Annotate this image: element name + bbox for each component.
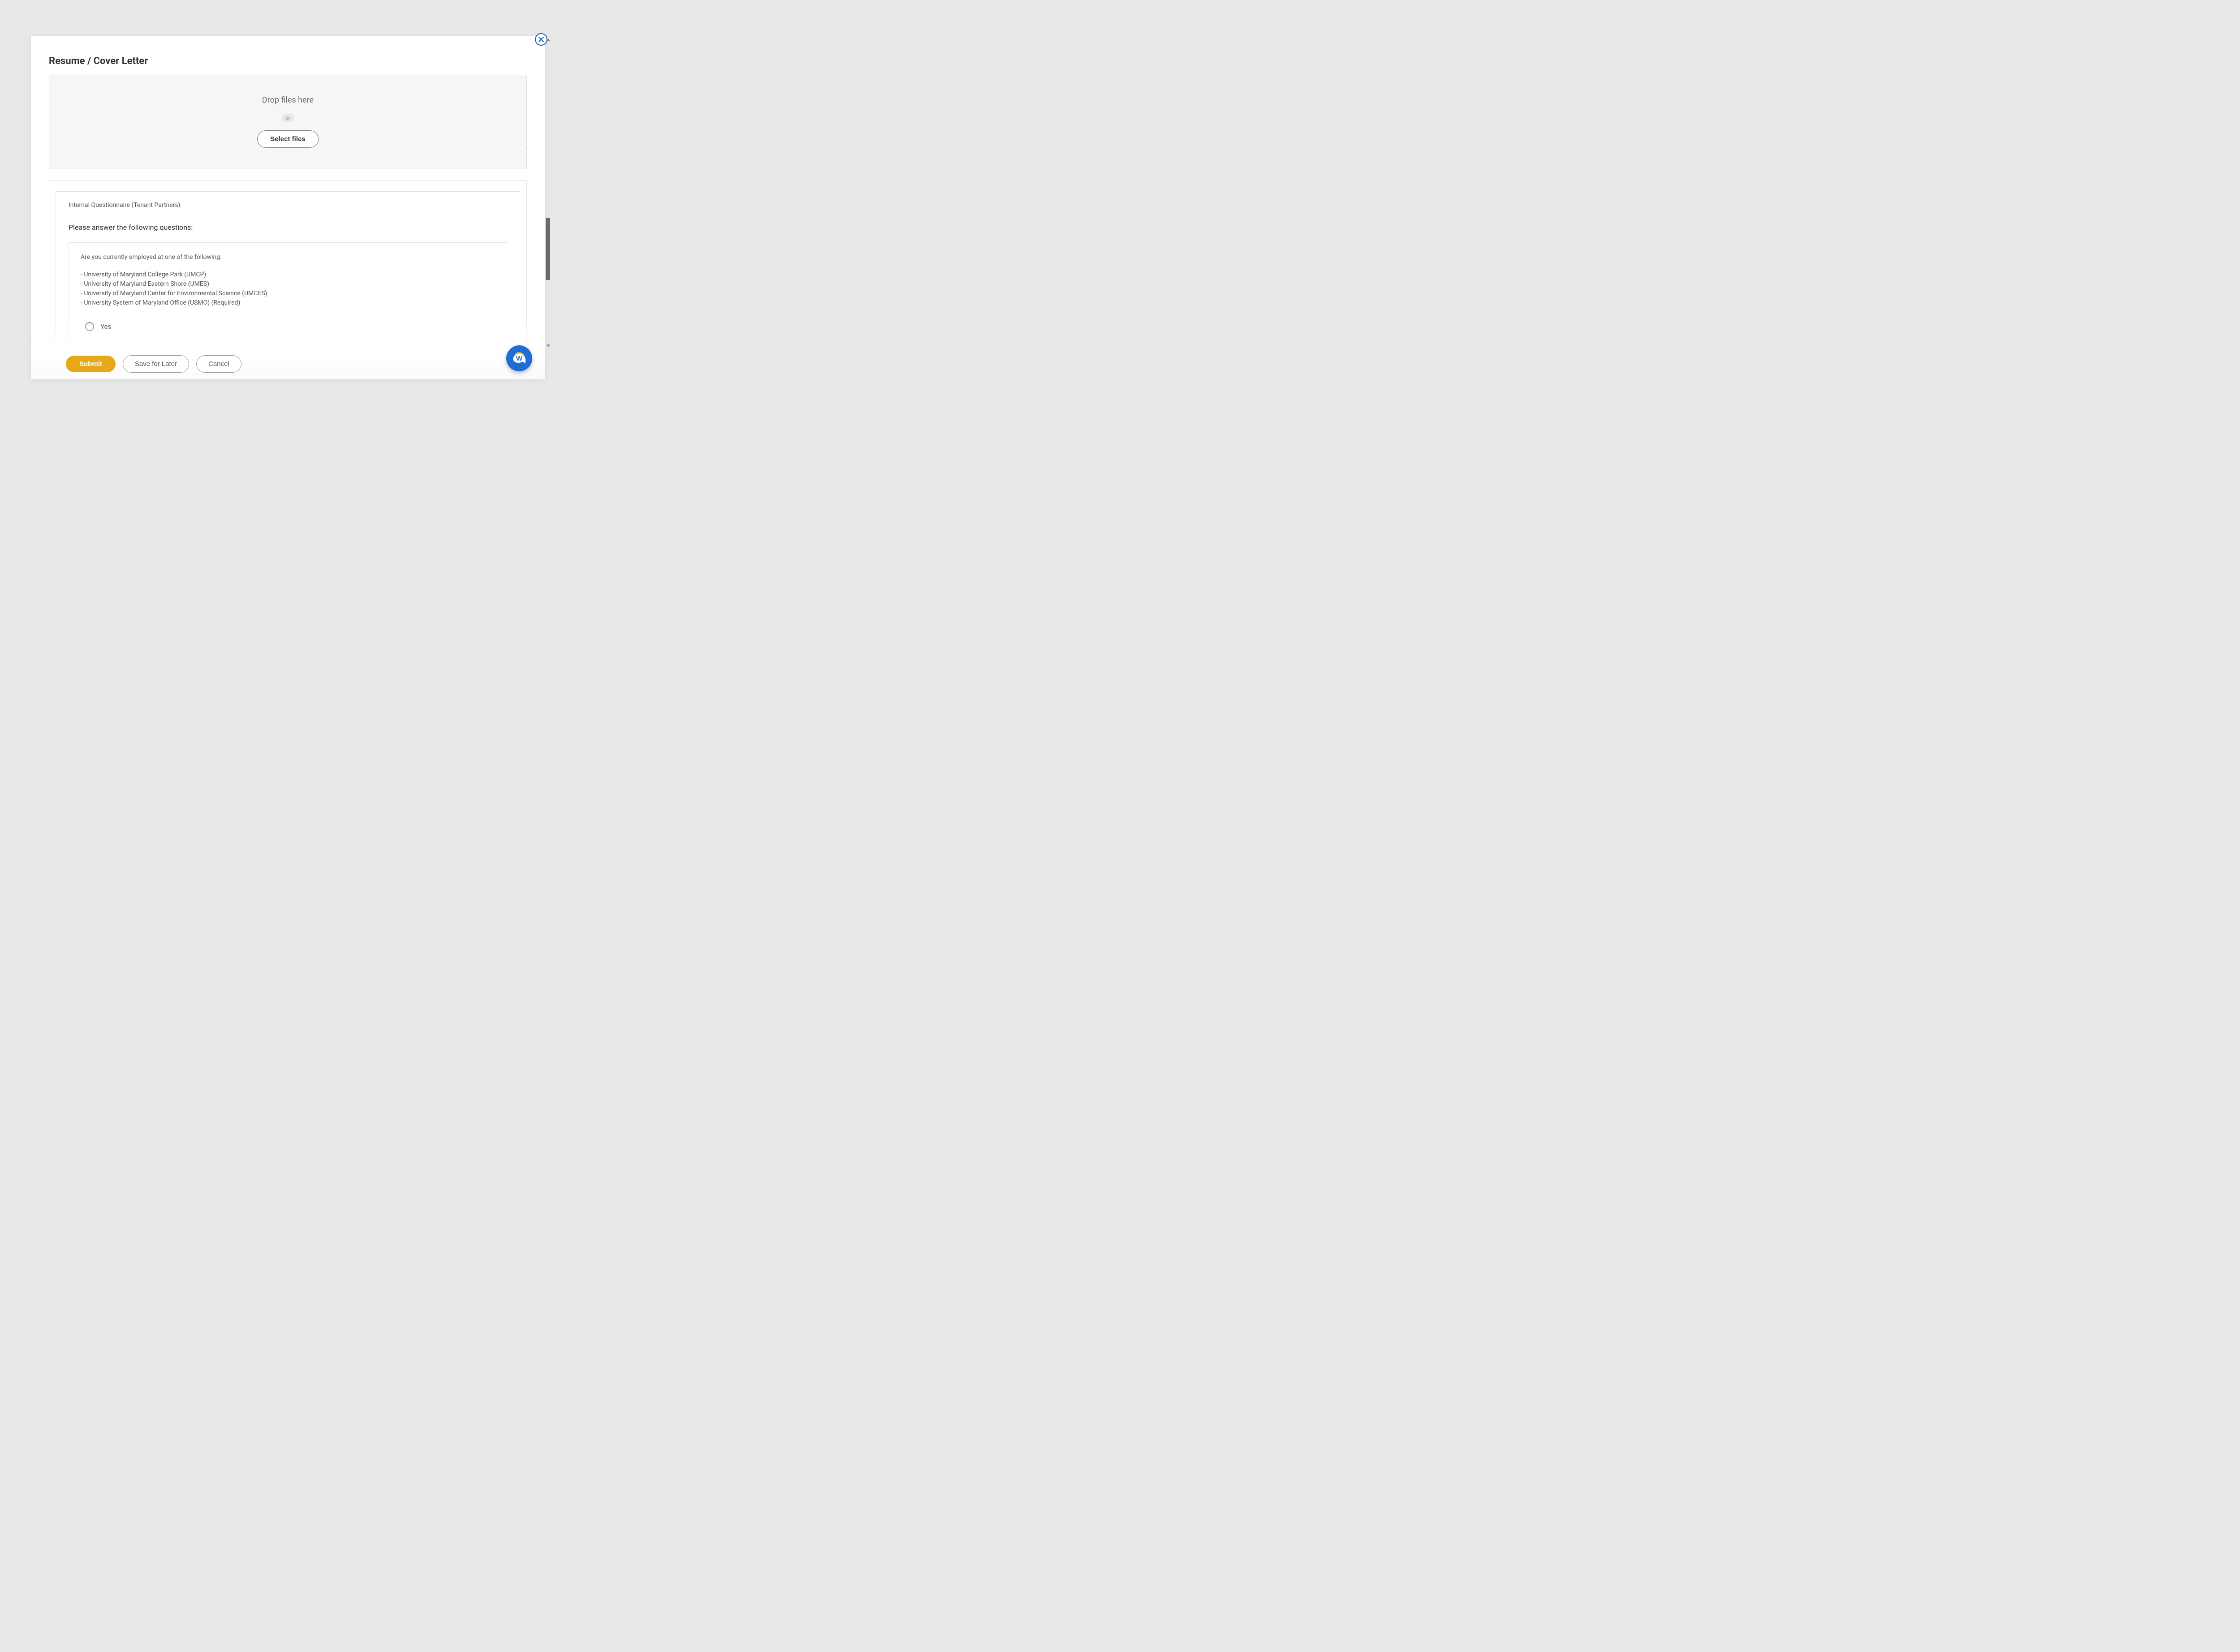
save-for-later-button[interactable]: Save for Later xyxy=(123,355,189,373)
close-button[interactable] xyxy=(535,33,547,46)
radio-option-yes[interactable]: Yes xyxy=(81,322,495,331)
scroll-down-icon[interactable] xyxy=(547,344,550,347)
or-divider-badge: or xyxy=(282,114,293,122)
questionnaire-instruction: Please answer the following questions: xyxy=(69,223,507,232)
question-list-item: - University of Maryland Eastern Shore (… xyxy=(81,280,495,289)
scrollbar-track[interactable] xyxy=(546,38,550,348)
question-item-list: - University of Maryland College Park (U… xyxy=(81,270,495,308)
modal-footer: Submit Save for Later Cancel xyxy=(31,348,545,379)
question-box: Are you currently employed at one of the… xyxy=(69,242,507,341)
question-prompt: Are you currently employed at one of the… xyxy=(81,253,495,262)
scrollbar-thumb[interactable] xyxy=(546,218,550,280)
modal-body[interactable]: Resume / Cover Letter Drop files here or… xyxy=(31,38,545,348)
questionnaire-card: Internal Questionnaire (Tenant Partners)… xyxy=(56,191,520,348)
radio-label: Yes xyxy=(100,323,111,331)
cancel-button[interactable]: Cancel xyxy=(196,355,241,373)
question-list-item: - University of Maryland Center for Envi… xyxy=(81,289,495,298)
application-modal: Resume / Cover Letter Drop files here or… xyxy=(31,36,545,379)
svg-text:W: W xyxy=(516,355,523,362)
close-icon xyxy=(538,36,544,43)
submit-button[interactable]: Submit xyxy=(66,356,116,372)
question-list-item: - University of Maryland College Park (U… xyxy=(81,270,495,280)
section-title: Resume / Cover Letter xyxy=(49,56,527,67)
question-list-item: - University System of Maryland Office (… xyxy=(81,298,495,308)
radio-icon[interactable] xyxy=(85,322,94,331)
dropzone-label: Drop files here xyxy=(58,95,517,105)
select-files-button[interactable]: Select files xyxy=(257,130,318,148)
file-dropzone[interactable]: Drop files here or Select files xyxy=(49,75,527,168)
workday-chat-icon: W xyxy=(507,346,531,370)
questionnaire-container: Internal Questionnaire (Tenant Partners)… xyxy=(49,180,527,348)
chat-assistant-button[interactable]: W xyxy=(506,345,532,371)
questionnaire-title: Internal Questionnaire (Tenant Partners) xyxy=(69,202,507,209)
